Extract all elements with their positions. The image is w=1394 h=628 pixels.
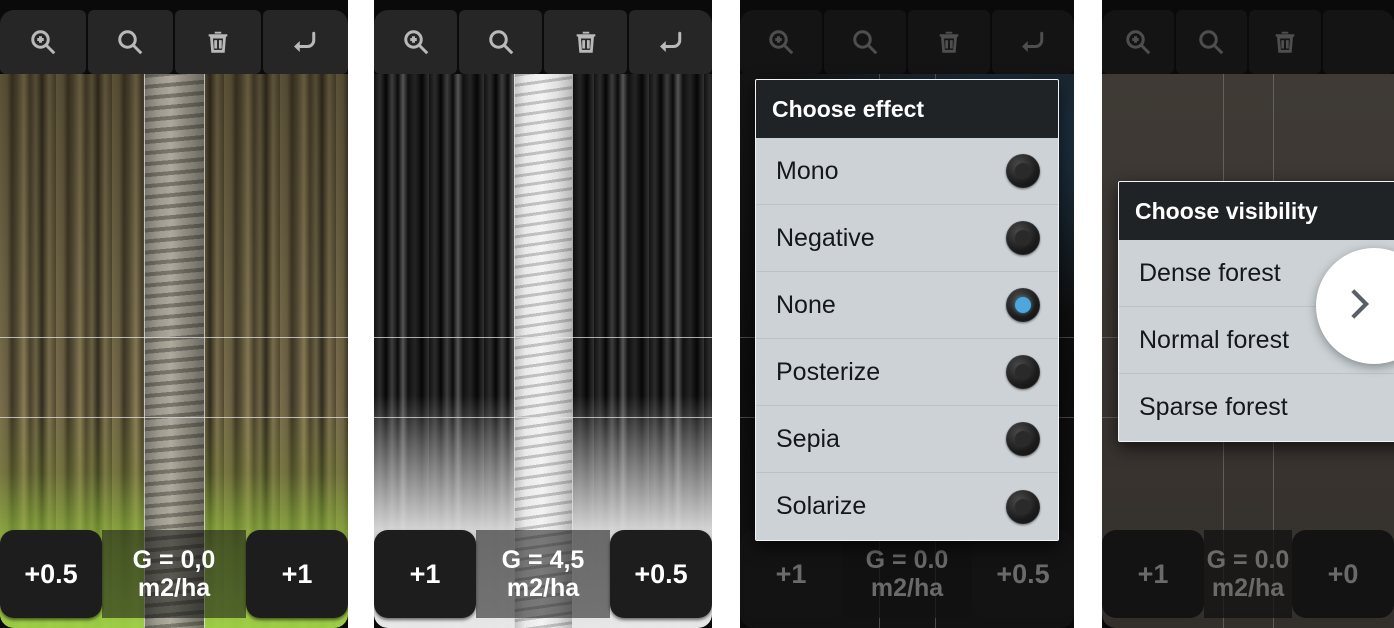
trash-icon [935,28,963,56]
basal-area-readout: G = 4,5 m2/ha [476,530,610,618]
undo-button [992,10,1074,74]
chevron-right-icon [1340,285,1394,328]
option-label: Sepia [776,424,840,453]
undo-button[interactable] [262,10,348,74]
option-label: Mono [776,156,839,185]
increment-button[interactable]: +0.5 [610,530,712,618]
dialog-title: Choose effect [756,80,1058,138]
radio-button-selected[interactable] [1006,288,1040,322]
decrement-button: +1 [1102,530,1204,618]
basal-area-value: G = 0,0 [132,546,216,574]
option-label: Sparse forest [1139,393,1288,421]
basal-area-value: G = 0.0 [1206,546,1290,574]
effect-option-sepia[interactable]: Sepia [756,406,1058,473]
effect-option-mono[interactable]: Mono [756,138,1058,205]
undo-button[interactable] [629,10,712,74]
option-label: Solarize [776,492,867,520]
basal-area-unit: m2/ha [870,574,944,602]
basal-area-unit: m2/ha [1211,574,1285,602]
top-toolbar [740,10,1074,74]
zoom-in-button[interactable] [374,10,457,74]
basal-area-value: G = 4,5 [501,546,585,574]
search-icon [850,27,880,57]
trash-icon [1271,28,1299,56]
zoom-in-icon [28,27,58,57]
zoom-in-button [1102,10,1174,74]
trash-icon [204,28,232,56]
panel-gap [1074,0,1102,628]
basal-area-readout: G = 0.0 m2/ha [1204,530,1292,618]
panel-choose-effect: +1 G = 0.0 m2/ha +0.5 Choose effect Mono [740,0,1074,628]
radio-button[interactable] [1006,355,1040,389]
dialog-title: Choose visibility [1119,182,1394,240]
effect-option-posterize[interactable]: Posterize [756,339,1058,406]
panel-gap [348,0,374,628]
undo-button [1322,10,1394,74]
decrement-button[interactable]: +1 [374,530,476,618]
option-label: Normal forest [1139,325,1290,354]
delete-button[interactable] [175,10,261,74]
decrement-button[interactable]: +0.5 [0,530,102,618]
zoom-in-icon [1123,27,1153,57]
zoom-in-icon [401,27,431,57]
search-icon [486,27,516,57]
search-button[interactable] [459,10,542,74]
increment-button: +0 [1292,530,1394,618]
radio-button[interactable] [1006,154,1040,188]
basal-area-unit: m2/ha [137,574,211,602]
measurement-bar: +0.5 G = 0,0 m2/ha +1 [0,530,348,618]
undo-icon [1018,27,1048,57]
effect-option-solarize[interactable]: Solarize [756,473,1058,540]
basal-area-readout: G = 0.0 m2/ha [842,530,972,618]
search-icon [1196,27,1226,57]
panel-mono-photo: +1 G = 4,5 m2/ha +0.5 [374,0,712,628]
option-label: Posterize [776,357,881,386]
search-button [824,10,906,74]
basal-area-unit: m2/ha [506,574,580,602]
undo-icon [656,27,686,57]
decrement-button: +1 [740,530,842,618]
basal-area-value: G = 0.0 [865,546,949,574]
effect-option-list: Mono Negative None Posterize Sepia Solar… [756,138,1058,540]
screenshot-gallery: +0.5 G = 0,0 m2/ha +1 +1 G = 4,5 m2/ha +… [0,0,1394,628]
delete-button [1249,10,1321,74]
increment-button: +0.5 [972,530,1074,618]
delete-button[interactable] [544,10,627,74]
radio-button[interactable] [1006,489,1040,524]
panel-color-photo: +0.5 G = 0,0 m2/ha +1 [0,0,348,628]
delete-button [908,10,990,74]
panel-choose-visibility: +1 G = 0.0 m2/ha +0 Choose visibility De… [1102,0,1394,628]
search-button[interactable] [87,10,173,74]
zoom-in-button [740,10,822,74]
search-button [1175,10,1247,74]
basal-area-readout: G = 0,0 m2/ha [102,530,246,618]
zoom-in-button[interactable] [0,10,86,74]
measurement-bar: +1 G = 0.0 m2/ha +0.5 [740,530,1074,618]
zoom-in-icon [766,27,796,57]
option-label: Negative [776,223,875,252]
measurement-bar: +1 G = 0.0 m2/ha +0 [1102,530,1394,618]
radio-button[interactable] [1006,422,1040,456]
top-toolbar [374,10,712,74]
measurement-bar: +1 G = 4,5 m2/ha +0.5 [374,530,712,618]
effect-option-negative[interactable]: Negative [756,205,1058,272]
increment-button[interactable]: +1 [246,530,348,618]
top-toolbar [0,10,348,74]
top-toolbar [1102,10,1394,74]
option-label: Dense forest [1139,258,1281,287]
radio-button[interactable] [1006,221,1040,255]
choose-effect-dialog: Choose effect Mono Negative None Posteri… [755,79,1059,541]
visibility-option-sparse-forest[interactable]: Sparse forest [1119,374,1394,441]
trash-icon [572,28,600,56]
search-icon [115,27,145,57]
undo-icon [290,27,320,57]
effect-option-none[interactable]: None [756,272,1058,339]
option-label: None [776,290,836,319]
panel-gap [712,0,740,628]
